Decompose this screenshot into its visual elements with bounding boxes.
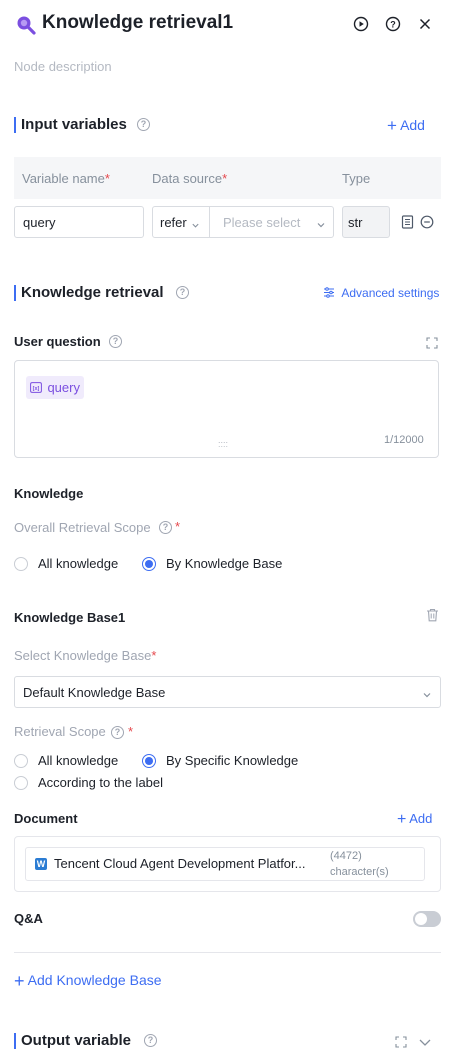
knowledge-retrieval-help-icon[interactable]: ? <box>176 286 189 299</box>
document-char-unit: character(s) <box>330 866 389 878</box>
word-doc-icon: W <box>35 858 47 870</box>
overall-scope-help-icon[interactable]: ? <box>159 521 172 534</box>
page-title: Knowledge retrieval1 <box>42 12 234 33</box>
input-variables-title: Input variables <box>21 116 127 133</box>
expand-icon[interactable] <box>395 1035 407 1048</box>
expand-icon[interactable] <box>426 336 438 349</box>
node-description-input[interactable]: Node description <box>14 59 112 74</box>
radio-scope-specific[interactable] <box>142 754 156 768</box>
document-char-count: (4472) <box>330 850 362 862</box>
trash-icon[interactable] <box>426 608 439 622</box>
add-variable-button[interactable]: + Add <box>387 116 425 136</box>
resize-handle[interactable]: :::: <box>218 440 228 449</box>
chevron-down-icon <box>422 687 432 705</box>
knowledge-base-select[interactable]: Default Knowledge Base <box>14 676 441 708</box>
radio-scope-all-knowledge[interactable] <box>14 754 28 768</box>
knowledge-retrieval-title: Knowledge retrieval <box>21 284 164 301</box>
user-question-editor[interactable]: [x] query :::: 1/12000 <box>14 360 439 458</box>
run-icon[interactable] <box>353 16 369 32</box>
data-source-select[interactable]: refer Please select <box>152 206 334 238</box>
document-icon[interactable] <box>401 215 414 229</box>
plus-icon: + <box>397 811 407 828</box>
sliders-icon <box>323 287 335 301</box>
radio-all-knowledge[interactable] <box>14 557 28 571</box>
radio-by-knowledge-base[interactable] <box>142 557 156 571</box>
column-data-source: Data source* <box>152 171 228 186</box>
variable-name-input[interactable]: query <box>14 206 144 238</box>
document-label: Document <box>14 811 78 826</box>
section-accent-bar <box>14 117 16 133</box>
svg-text:[x]: [x] <box>33 386 40 392</box>
svg-text:?: ? <box>390 20 396 30</box>
document-list: W Tencent Cloud Agent Development Platfo… <box>14 836 441 892</box>
overall-scope-label: Overall Retrieval Scope <box>14 520 151 535</box>
output-variable-help-icon[interactable]: ? <box>144 1034 157 1047</box>
input-variables-help-icon[interactable]: ? <box>137 118 150 131</box>
divider <box>14 952 441 953</box>
required-mark: * <box>128 724 134 739</box>
radio-scope-by-label[interactable] <box>14 776 28 790</box>
add-knowledge-base-button[interactable]: + Add Knowledge Base <box>14 971 162 992</box>
select-kb-label: Select Knowledge Base* <box>14 648 157 663</box>
radio-scope-by-label-label[interactable]: According to the label <box>38 775 163 790</box>
user-question-help-icon[interactable]: ? <box>109 335 122 348</box>
section-accent-bar <box>14 1033 16 1049</box>
node-icon <box>14 13 38 37</box>
document-item[interactable]: W Tencent Cloud Agent Development Platfo… <box>25 847 425 881</box>
source-value-select[interactable]: Please select <box>223 215 300 230</box>
retrieval-scope-label: Retrieval Scope <box>14 724 106 739</box>
qa-toggle[interactable] <box>413 911 441 927</box>
output-variable-title: Output variable <box>21 1032 132 1049</box>
chevron-down-icon[interactable] <box>418 1035 432 1047</box>
retrieval-scope-help-icon[interactable]: ? <box>111 726 124 739</box>
knowledge-title: Knowledge <box>14 486 84 501</box>
section-accent-bar <box>14 285 16 301</box>
toggle-knob <box>415 913 427 925</box>
help-icon[interactable]: ? <box>385 16 401 32</box>
radio-scope-all-knowledge-label[interactable]: All knowledge <box>38 753 118 768</box>
add-document-button[interactable]: + Add <box>397 811 432 829</box>
document-name: Tencent Cloud Agent Development Platfor.… <box>54 856 306 871</box>
column-variable-name: Variable name* <box>22 171 110 186</box>
qa-label: Q&A <box>14 911 43 926</box>
column-type: Type <box>342 171 371 186</box>
chevron-down-icon <box>191 217 200 235</box>
variables-table-header: Variable name* Data source* Type <box>14 157 441 199</box>
chevron-down-icon <box>316 217 326 235</box>
radio-scope-specific-label[interactable]: By Specific Knowledge <box>166 753 298 768</box>
advanced-settings-button[interactable]: Advanced settings <box>323 286 439 301</box>
variable-tag[interactable]: [x] query <box>26 376 84 399</box>
radio-by-knowledge-base-label[interactable]: By Knowledge Base <box>166 556 282 571</box>
close-icon[interactable] <box>417 16 433 32</box>
type-field: str <box>342 206 390 238</box>
variable-icon: [x] <box>30 380 42 398</box>
plus-icon: + <box>387 116 397 135</box>
user-question-label: User question <box>14 334 101 349</box>
radio-all-knowledge-label[interactable]: All knowledge <box>38 556 118 571</box>
knowledge-base-title: Knowledge Base1 <box>14 610 126 625</box>
remove-variable-icon[interactable] <box>420 215 434 229</box>
source-mode-select[interactable]: refer <box>153 207 210 237</box>
plus-icon: + <box>14 971 25 991</box>
char-counter: 1/12000 <box>384 434 424 446</box>
required-mark: * <box>175 519 181 534</box>
